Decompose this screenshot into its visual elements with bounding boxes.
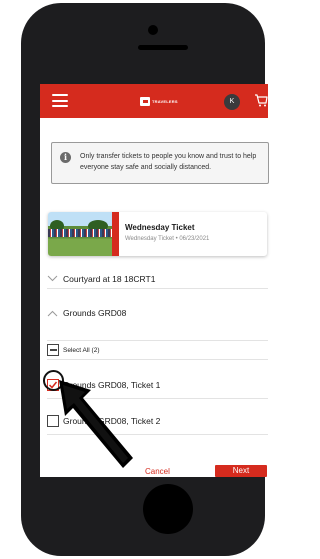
info-icon: i [60,152,71,163]
select-all-label: Select All (2) [63,346,100,354]
section-grounds[interactable]: Grounds GRD08 [47,303,268,323]
section-grounds-label: Grounds GRD08 [63,308,127,318]
select-all-checkbox[interactable] [47,344,59,356]
ticket-card[interactable]: Wednesday Ticket Wednesday Ticket • 06/2… [48,212,267,256]
notice-text: Only transfer tickets to people you know… [80,153,257,171]
cart-icon[interactable] [254,93,268,108]
home-button[interactable] [143,484,193,534]
ticket-stripe [112,212,119,256]
camera-dot [148,25,158,35]
section-courtyard[interactable]: Courtyard at 18 18CRT1 [47,269,268,289]
select-all-row[interactable]: Select All (2) [47,340,268,360]
chevron-up-icon [47,310,58,316]
app-header: TRAVELERS K [40,84,268,118]
next-button[interactable]: Next [215,465,267,477]
ticket-thumbnail [48,212,112,256]
avatar[interactable]: K [224,94,240,110]
ticket-subtitle: Wednesday Ticket • 06/23/2021 [125,236,210,242]
logo-text: TRAVELERS [152,98,178,104]
menu-icon[interactable] [52,94,68,107]
pointer-arrow-icon [59,380,133,468]
logo[interactable]: TRAVELERS [140,96,178,106]
speaker-slot [138,45,188,50]
transfer-notice: i Only transfer tickets to people you kn… [51,142,269,184]
ticket-title: Wednesday Ticket [125,223,195,232]
logo-icon [140,96,150,106]
section-courtyard-label: Courtyard at 18 18CRT1 [63,273,156,284]
cancel-button[interactable]: Cancel [145,467,170,476]
chevron-down-icon [47,275,58,282]
